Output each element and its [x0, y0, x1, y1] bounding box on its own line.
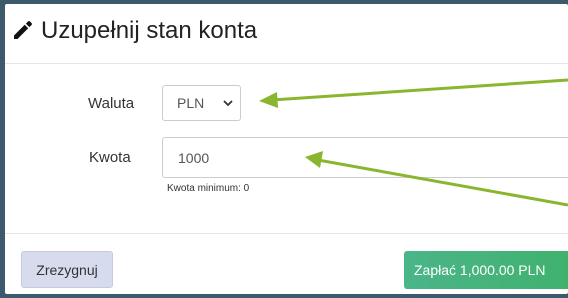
modal-title: Uzupełnij stan konta [41, 17, 258, 44]
modal-header: Uzupełnij stan konta [5, 4, 568, 64]
amount-label: Kwota [89, 149, 131, 166]
pay-button[interactable]: Zapłać 1,000.00 PLN [404, 251, 568, 289]
amount-hint: Kwota minimum: 0 [167, 183, 250, 194]
chevron-down-icon [222, 96, 234, 108]
top-up-modal: Uzupełnij stan konta Waluta PLN Kwota 10… [5, 4, 568, 294]
currency-select[interactable]: PLN [162, 85, 241, 121]
pencil-icon [11, 18, 35, 42]
amount-input-value: 1000 [178, 150, 210, 166]
currency-label: Waluta [88, 95, 135, 112]
currency-selected-value: PLN [177, 95, 205, 111]
cancel-button[interactable]: Zrezygnuj [21, 251, 113, 288]
amount-input[interactable]: 1000 [162, 137, 568, 178]
footer-divider [5, 233, 568, 234]
